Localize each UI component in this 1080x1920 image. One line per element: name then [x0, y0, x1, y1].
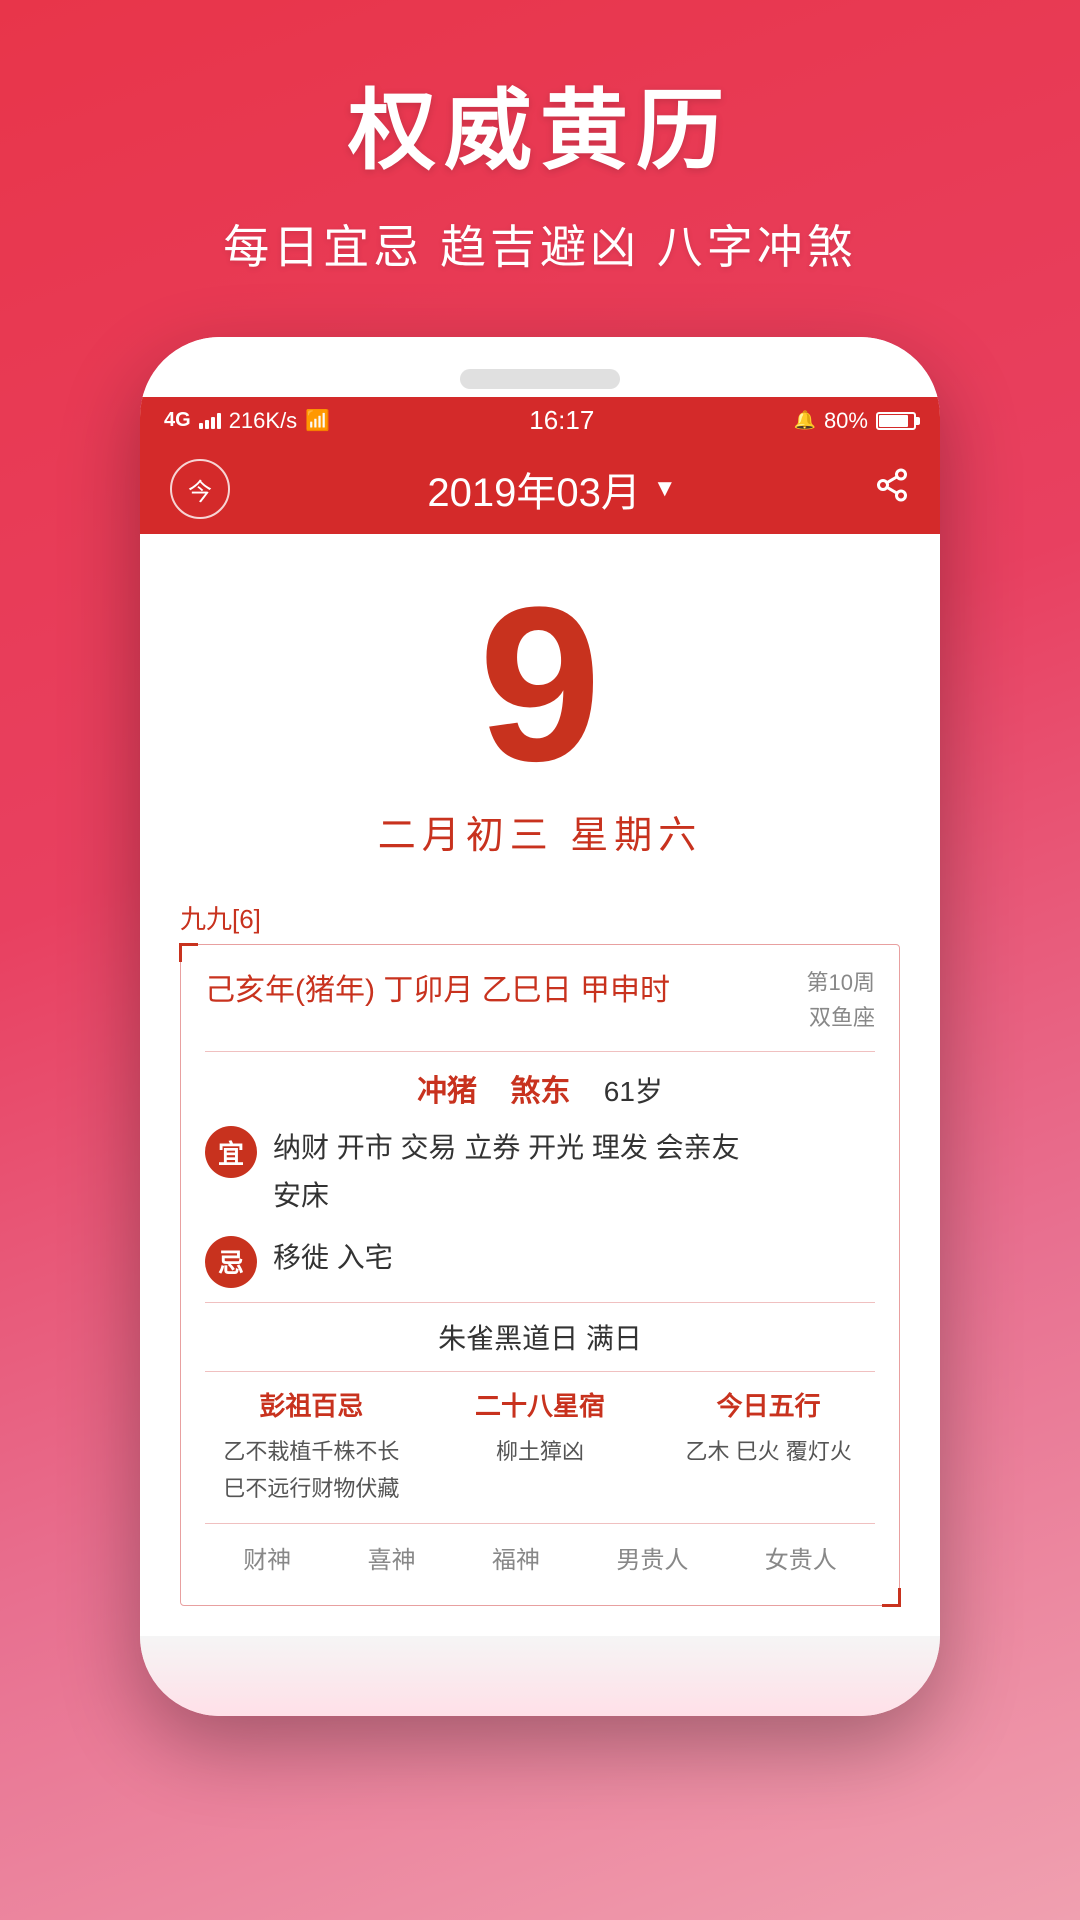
age-label: 61岁	[604, 1076, 663, 1107]
phone-bottom-area	[140, 1636, 940, 1716]
week-zodiac: 第10周 双鱼座	[807, 965, 875, 1035]
wu-xing-content: 乙木 巳火 覆灯火	[662, 1433, 875, 1470]
yi-badge: 宜	[205, 1126, 257, 1178]
today-button[interactable]: 今	[170, 459, 230, 519]
app-header: 今 2019年03月 ▼	[140, 444, 940, 534]
status-right: 🔔 80%	[794, 408, 916, 434]
footer-labels: 财神 喜神 福神 男贵人 女贵人	[205, 1523, 875, 1585]
month-title[interactable]: 2019年03月 ▼	[427, 460, 676, 518]
xiu-title: 二十八星宿	[434, 1386, 647, 1423]
signal-icon	[199, 413, 221, 429]
chong-label: 冲猪	[417, 1075, 477, 1108]
lunar-date: 二月初三 星期六	[180, 804, 900, 859]
info-card: 己亥年(猪年) 丁卯月 乙巳日 甲申时 第10周 双鱼座 冲猪 煞东 61岁	[180, 944, 900, 1606]
xiu-col: 二十八星宿 柳土獐凶	[434, 1386, 647, 1508]
app-title: 权威黄历	[0, 60, 1080, 187]
nine-nine-label: 九九[6]	[180, 899, 900, 936]
footer-caishen: 财神	[243, 1540, 291, 1575]
app-subtitle: 每日宜忌 趋吉避凶 八字冲煞	[0, 211, 1080, 277]
speed-label: 216K/s	[229, 408, 298, 434]
status-left: 4G 216K/s 📶	[164, 408, 330, 434]
date-display: 9	[180, 574, 900, 794]
ji-badge: 忌	[205, 1236, 257, 1288]
chong-row: 冲猪 煞东 61岁	[205, 1066, 875, 1110]
chevron-down-icon: ▼	[653, 475, 677, 503]
peng-zu-title: 彭祖百忌	[205, 1386, 418, 1423]
year-info: 己亥年(猪年) 丁卯月 乙巳日 甲申时	[205, 965, 670, 1009]
bottom-grid: 彭祖百忌 乙不栽植千株不长 巳不远行财物伏藏 二十八星宿 柳土獐凶 今日五行 乙…	[205, 1386, 875, 1508]
wu-xing-title: 今日五行	[662, 1386, 875, 1423]
alarm-icon: 🔔	[794, 410, 816, 431]
wu-xing-col: 今日五行 乙木 巳火 覆灯火	[662, 1386, 875, 1508]
xiu-content: 柳土獐凶	[434, 1433, 647, 1470]
phone-bezel-top	[140, 337, 940, 397]
today-button-label: 今	[188, 472, 212, 507]
footer-nvguiren: 女贵人	[765, 1540, 837, 1575]
year-row: 己亥年(猪年) 丁卯月 乙巳日 甲申时 第10周 双鱼座	[205, 965, 875, 1035]
sha-label: 煞东	[510, 1075, 570, 1108]
wifi-icon: 📶	[305, 408, 330, 433]
peng-zu-col: 彭祖百忌 乙不栽植千株不长 巳不远行财物伏藏	[205, 1386, 418, 1508]
footer-xishen: 喜神	[368, 1540, 416, 1575]
peng-zu-content: 乙不栽植千株不长 巳不远行财物伏藏	[205, 1433, 418, 1508]
phone-mockup: 4G 216K/s 📶 16:17 🔔 80%	[0, 317, 1080, 1716]
status-bar: 4G 216K/s 📶 16:17 🔔 80%	[140, 397, 940, 444]
ji-row: 忌 移徙 入宅	[205, 1234, 875, 1288]
phone-speaker	[460, 369, 620, 389]
divider-2	[205, 1302, 875, 1303]
yi-text: 纳财 开市 交易 立券 开光 理发 会亲友安床	[273, 1124, 875, 1219]
date-number: 9	[180, 574, 900, 794]
footer-fushen: 福神	[492, 1540, 540, 1575]
calendar-content: 9 二月初三 星期六 九九[6] 己亥年(猪年) 丁卯月 乙巳日 甲申时 第10…	[140, 534, 940, 1636]
share-button[interactable]	[874, 467, 910, 512]
battery-percent: 80%	[824, 408, 868, 434]
yi-row: 宜 纳财 开市 交易 立券 开光 理发 会亲友安床	[205, 1124, 875, 1219]
divider-1	[205, 1051, 875, 1052]
network-label: 4G	[164, 409, 191, 432]
month-text: 2019年03月	[427, 460, 640, 518]
status-time: 16:17	[529, 405, 594, 436]
battery-icon	[876, 412, 916, 430]
divider-3	[205, 1371, 875, 1372]
footer-nanguiren: 男贵人	[616, 1540, 688, 1575]
ji-text: 移徙 入宅	[273, 1234, 875, 1282]
special-day: 朱雀黑道日 满日	[205, 1317, 875, 1357]
